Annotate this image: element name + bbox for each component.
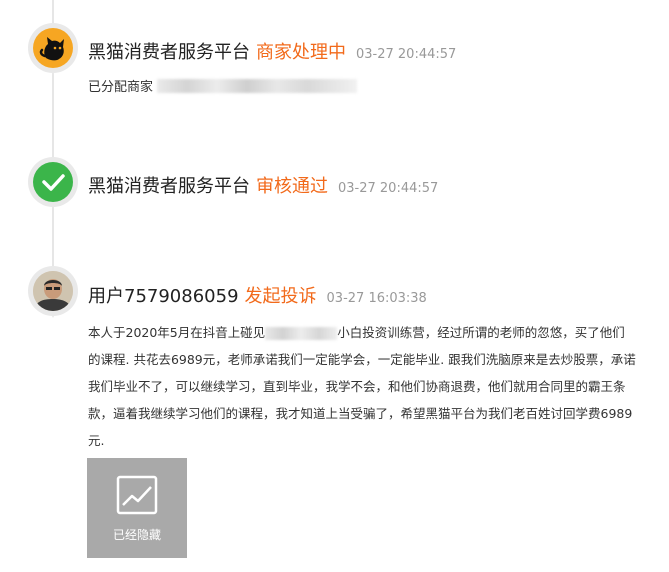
hidden-attachment[interactable]: 已经隐藏 xyxy=(87,458,187,558)
check-icon xyxy=(33,162,73,202)
hidden-attachment-label: 已经隐藏 xyxy=(112,528,161,542)
sender-name: 黑猫消费者服务平台 xyxy=(88,42,250,63)
assigned-merchant-label: 已分配商家 xyxy=(88,80,154,95)
status-text: 商家处理中 xyxy=(256,42,346,63)
assigned-merchant: 已分配商家 xyxy=(88,76,358,95)
user-avatar-pin xyxy=(28,266,78,318)
user-avatar[interactable] xyxy=(33,271,73,311)
entry-header: 用户7579086059 发起投诉 03-27 16:03:38 xyxy=(88,282,427,308)
image-placeholder-icon xyxy=(116,475,158,515)
entry-header: 黑猫消费者服务平台 审核通过 03-27 20:44:57 xyxy=(88,172,438,198)
status-text: 审核通过 xyxy=(256,176,328,197)
complaint-text-part2: 小白投资训练营，经过所谓的老师的忽悠，买了他们的课程. 共花去6989元，老师承… xyxy=(88,325,636,448)
complaint-text-part1: 本人于2020年5月在抖音上碰见 xyxy=(88,325,266,340)
entry-header: 黑猫消费者服务平台 商家处理中 03-27 20:44:57 xyxy=(88,38,456,64)
approved-pin xyxy=(28,157,78,209)
sender-name[interactable]: 用户7579086059 xyxy=(88,282,239,308)
complaint-text: 本人于2020年5月在抖音上碰见 小白投资训练营，经过所谓的老师的忽悠，买了他们的… xyxy=(88,319,636,454)
sender-name: 黑猫消费者服务平台 xyxy=(88,176,250,197)
timestamp: 03-27 20:44:57 xyxy=(356,47,457,62)
cat-logo-pin xyxy=(28,23,78,75)
timestamp: 03-27 20:44:57 xyxy=(338,181,439,196)
status-text: 发起投诉 xyxy=(244,286,317,307)
black-cat-logo-icon xyxy=(33,28,73,68)
redacted-merchant-name xyxy=(157,78,358,93)
timestamp: 03-27 16:03:38 xyxy=(326,291,427,306)
redacted-company-name xyxy=(265,327,338,340)
